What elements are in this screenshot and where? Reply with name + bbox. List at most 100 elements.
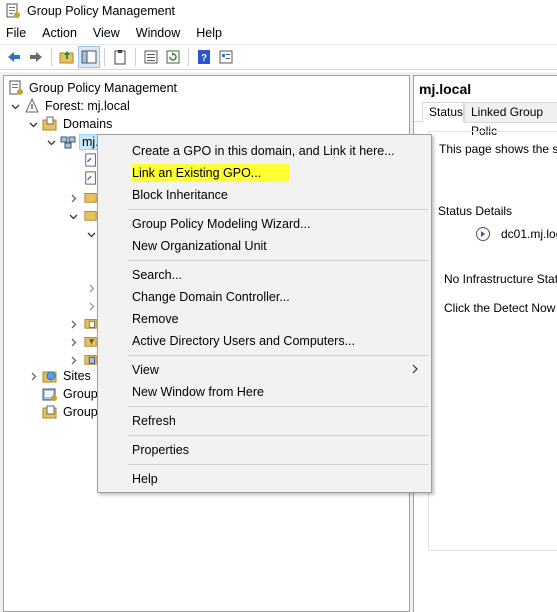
properties-icon[interactable] <box>215 46 237 68</box>
tree-item-label: Sites <box>63 369 91 383</box>
domain-icon <box>60 136 76 149</box>
dc-name: dc01.mj.local <box>501 227 557 241</box>
menu-item-label: Refresh <box>132 414 176 428</box>
menu-separator <box>128 355 428 356</box>
menu-view[interactable]: View <box>85 22 128 44</box>
menu-item-modeling-wizard[interactable]: Group Policy Modeling Wizard... <box>100 213 429 235</box>
gpo-container-icon <box>84 319 97 329</box>
chevron-right-icon[interactable] <box>66 353 80 367</box>
back-arrow-icon[interactable] <box>3 46 25 68</box>
menu-help[interactable]: Help <box>188 22 230 44</box>
menu-separator <box>128 464 428 465</box>
menu-item-label: Create a GPO in this domain, and Link it… <box>132 144 395 158</box>
tree-item-label: Group <box>63 405 98 419</box>
menu-item-view[interactable]: View <box>100 359 429 381</box>
help-icon[interactable]: ? <box>193 46 215 68</box>
menu-item-new-window[interactable]: New Window from Here <box>100 381 429 403</box>
no-infrastructure-text: No Infrastructure Status <box>444 272 557 286</box>
domains-folder-icon <box>42 116 57 131</box>
toolbar-separator <box>104 48 105 66</box>
menu-item-help[interactable]: Help <box>100 468 429 490</box>
wmi-filter-icon <box>84 337 97 347</box>
dc-entry[interactable]: dc01.mj.local <box>475 226 557 242</box>
menu-item-label: Help <box>132 472 158 486</box>
gpo-link-icon <box>85 153 96 167</box>
refresh-icon[interactable] <box>162 46 184 68</box>
results-icon <box>42 405 57 419</box>
detect-now-text: Click the Detect Now bu <box>444 301 557 315</box>
show-hide-tree-icon[interactable] <box>78 46 100 68</box>
up-folder-icon[interactable] <box>56 46 78 68</box>
chevron-down-icon[interactable] <box>84 227 98 241</box>
menu-item-search[interactable]: Search... <box>100 264 429 286</box>
tree-item-root[interactable]: Group Policy Management <box>8 79 179 97</box>
tab-status[interactable]: Status <box>422 102 464 123</box>
status-details-heading: Status Details <box>438 204 513 218</box>
status-panel: This page shows the statu Status Details… <box>428 131 557 551</box>
toolbar: ? <box>0 44 557 70</box>
tree-item-label: Group Policy Management <box>29 81 177 95</box>
menu-item-label: Active Directory Users and Computers... <box>132 334 355 348</box>
menu-item-remove[interactable]: Remove <box>100 308 429 330</box>
forward-arrow-icon[interactable] <box>25 46 47 68</box>
menu-item-change-dc[interactable]: Change Domain Controller... <box>100 286 429 308</box>
menu-item-block-inheritance[interactable]: Block Inheritance <box>100 184 429 206</box>
menu-item-label: Search... <box>132 268 183 282</box>
menu-bar: File Action View Window Help <box>0 22 557 44</box>
chevron-down-icon[interactable] <box>26 115 40 133</box>
window-title: Group Policy Management <box>27 4 175 18</box>
menu-item-label: Group Policy Modeling Wizard... <box>132 217 311 231</box>
svg-text:?: ? <box>201 53 207 64</box>
menu-item-label: View <box>132 363 159 377</box>
clipboard-icon[interactable] <box>109 46 131 68</box>
menu-separator <box>128 406 428 407</box>
ou-folder-icon <box>84 211 97 221</box>
chevron-right-icon[interactable] <box>84 281 98 295</box>
status-intro-text: This page shows the statu <box>439 142 557 156</box>
tree-item-label: Domains <box>63 117 113 131</box>
details-pane: mj.local Status Linked Group Polic This … <box>413 75 557 612</box>
tree-item-sites[interactable]: Sites <box>26 367 93 385</box>
gpo-link-icon <box>85 171 96 185</box>
menu-item-aduc[interactable]: Active Directory Users and Computers... <box>100 330 429 352</box>
menu-file[interactable]: File <box>0 22 34 44</box>
tree-item-domains[interactable]: Domains <box>26 115 114 133</box>
chevron-right-icon[interactable] <box>66 317 80 331</box>
chevron-down-icon[interactable] <box>66 209 80 223</box>
chevron-right-icon[interactable] <box>66 335 80 349</box>
menu-item-label: New Window from Here <box>132 385 264 399</box>
menu-item-new-ou[interactable]: New Organizational Unit <box>100 235 429 257</box>
chevron-down-icon[interactable] <box>8 97 22 115</box>
tree-item-gp-modeling[interactable]: Group <box>42 385 100 403</box>
starter-gpo-icon <box>84 355 97 365</box>
menu-action[interactable]: Action <box>34 22 85 44</box>
export-list-icon[interactable] <box>140 46 162 68</box>
tree-item-forest[interactable]: Forest: mj.local <box>8 97 132 115</box>
menu-window[interactable]: Window <box>128 22 188 44</box>
menu-item-label: Change Domain Controller... <box>132 290 290 304</box>
chevron-down-icon[interactable] <box>44 133 58 151</box>
forest-icon <box>25 98 39 113</box>
toolbar-separator <box>135 48 136 66</box>
group-policy-app-icon <box>6 3 20 18</box>
tree-item-label: Forest: mj.local <box>45 99 130 113</box>
details-title: mj.local <box>419 81 472 97</box>
menu-item-properties[interactable]: Properties <box>100 439 429 461</box>
chevron-right-icon[interactable] <box>84 299 98 313</box>
title-bar: Group Policy Management <box>0 0 557 22</box>
menu-item-create-gpo[interactable]: Create a GPO in this domain, and Link it… <box>100 140 429 162</box>
tree-item-gp-results[interactable]: Group <box>42 403 100 421</box>
menu-item-label: Link an Existing GPO... <box>132 164 290 182</box>
menu-separator <box>128 209 428 210</box>
menu-item-label: Block Inheritance <box>132 188 228 202</box>
chevron-right-icon[interactable] <box>26 367 40 385</box>
chevron-right-icon[interactable] <box>66 191 80 205</box>
context-menu: Create a GPO in this domain, and Link it… <box>97 134 432 493</box>
menu-item-refresh[interactable]: Refresh <box>100 410 429 432</box>
tab-linked-gpos[interactable]: Linked Group Polic <box>464 102 557 138</box>
expand-circle-icon[interactable] <box>475 226 491 242</box>
tree-item-label: Group <box>63 387 98 401</box>
toolbar-separator <box>51 48 52 66</box>
menu-separator <box>128 435 428 436</box>
menu-item-link-existing-gpo[interactable]: Link an Existing GPO... <box>100 162 429 184</box>
